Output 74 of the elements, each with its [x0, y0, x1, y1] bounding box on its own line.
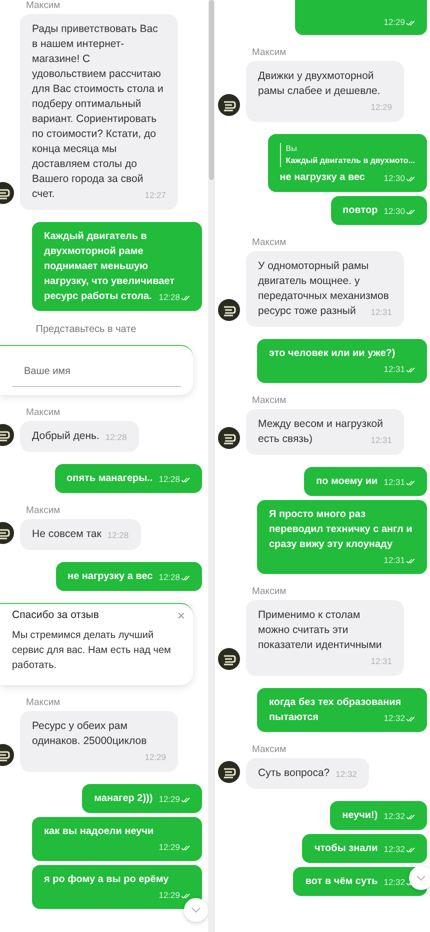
- sender-name: Максим: [252, 395, 288, 407]
- sender-name: Максим: [26, 505, 62, 517]
- sender-name: Максим: [26, 697, 62, 709]
- message-time: 12:29: [144, 751, 166, 764]
- message-time: 12:31: [370, 434, 392, 447]
- sender-name: Максим: [252, 237, 288, 249]
- avatar-icon: [218, 94, 240, 116]
- message-time: 12:32: [384, 710, 415, 725]
- sender-name: Максим: [26, 0, 62, 12]
- message-time: 12:28: [107, 529, 129, 542]
- avatar-icon: [218, 648, 240, 670]
- sender-name: Максим: [252, 586, 288, 598]
- scrollbar[interactable]: [208, 0, 215, 932]
- quote-author: Вы: [286, 143, 298, 155]
- message-time: 12:30: [384, 170, 415, 185]
- chevron-down-icon: [191, 907, 201, 913]
- incoming-message: Движки у двухмоторной рамы слабее и дешевле. 12:29: [246, 61, 404, 122]
- message-time: 12:29: [384, 14, 415, 29]
- message-time: 12:29: [158, 839, 190, 854]
- message-time: 12:32: [336, 768, 357, 781]
- message-time: 12:28: [158, 471, 190, 486]
- chevron-down-icon: [416, 875, 426, 881]
- message-time: 12:31: [370, 306, 392, 319]
- incoming-message: Суть вопроса? 12:32: [246, 758, 369, 789]
- message-time: 12:31: [384, 361, 415, 376]
- outgoing-message: не нагрузку а вес 12:28: [56, 562, 202, 591]
- avatar-icon: [218, 299, 240, 321]
- incoming-message: Ресурс у обеих рам одинаков. 25000циклов 12:29: [20, 711, 178, 772]
- message-time: 12:28: [105, 431, 127, 444]
- feedback-title: Спасибо за отзыв: [12, 608, 100, 622]
- avatar-icon: [218, 427, 240, 449]
- outgoing-message: Каждый двигатель в двухмоторной раме поднимает меньшую нагрузку, что увеличивает ресурс работы стола. 12:28: [32, 222, 202, 311]
- message-time: 12:29: [370, 101, 392, 114]
- outgoing-message: по моему ии 12:31: [304, 467, 427, 496]
- avatar-icon: [218, 761, 240, 783]
- sender-name: Максим: [252, 744, 288, 756]
- chat-hint: Представьтесь в чате: [36, 323, 136, 337]
- outgoing-message: как вы надоели неучи 12:29: [32, 817, 202, 861]
- quote-text: Каждый двигатель в двухмото...: [286, 155, 415, 167]
- outgoing-message: я ро фому а вы ро ерёму 12:29: [32, 865, 202, 909]
- outgoing-message: повтор 12:30: [330, 196, 427, 225]
- incoming-message: Между весом и нагрузкой есть связь) 12:31: [246, 409, 404, 455]
- message-time: 12:29: [158, 887, 190, 902]
- close-button[interactable]: ×: [177, 609, 185, 623]
- outgoing-message: Вы Каждый двигатель в двухмото... не нагрузку а вес 12:30: [268, 134, 427, 192]
- outgoing-message: это человек или ии уже?) 12:31: [257, 339, 427, 383]
- outgoing-message: когда без тех образования пытаются 12:32: [257, 688, 427, 732]
- incoming-message: Добрый день. 12:28: [20, 421, 139, 452]
- message-time: 12:31: [384, 474, 415, 489]
- incoming-message: Не совсем так 12:28: [20, 519, 141, 550]
- outgoing-message: вот в чём суть 12:32: [293, 867, 427, 896]
- message-time: 12:32: [384, 841, 415, 856]
- feedback-text: Мы стремимся делать лучший сервис для вас. Нам есть над чем работать.: [12, 629, 172, 673]
- message-time: 12:32: [384, 808, 415, 823]
- message-time: 12:29: [158, 791, 190, 806]
- scroll-down-button[interactable]: [184, 898, 208, 922]
- message-time: 12:27: [144, 189, 166, 202]
- incoming-message: Применимо к столам можно считать эти показатели идентичными 12:31: [246, 600, 404, 676]
- outgoing-message: манагер 2))) 12:29: [82, 784, 202, 813]
- message-time: 12:28: [158, 569, 190, 584]
- outgoing-message: опять манагеры.. 12:28: [54, 464, 202, 493]
- scroll-down-button[interactable]: [409, 866, 430, 890]
- message-time: 12:31: [384, 552, 415, 567]
- incoming-message: Рады приветствовать Вас в нашем интернет-магазине! С удовольствием рассчитаю для Вас стоимость стола и подберу оптимальный вариант. Сориентировать по стоимости? Кстати, до конца месяца мы доставляем столы до Вашего города за свой счет. 12:27: [20, 14, 178, 210]
- outgoing-message: чтобы знали 12:32: [302, 834, 427, 863]
- name-input-field[interactable]: Ваше имя: [12, 360, 181, 387]
- message-time: 12:30: [384, 203, 415, 218]
- sender-name: Максим: [26, 407, 62, 419]
- outgoing-message: неучи!) 12:32: [330, 801, 427, 830]
- outgoing-message: Я просто много раз переводил техничку с англ и сразу вижу эту клоунаду 12:31: [257, 500, 427, 574]
- incoming-message: У одномоторный рамы двигатель мощнее. у передаточных механизмов ресурс тоже разный 12:31: [246, 251, 404, 327]
- message-time: 12:28: [158, 289, 190, 304]
- message-time: 12:31: [370, 655, 392, 668]
- sender-name: Максим: [252, 47, 288, 59]
